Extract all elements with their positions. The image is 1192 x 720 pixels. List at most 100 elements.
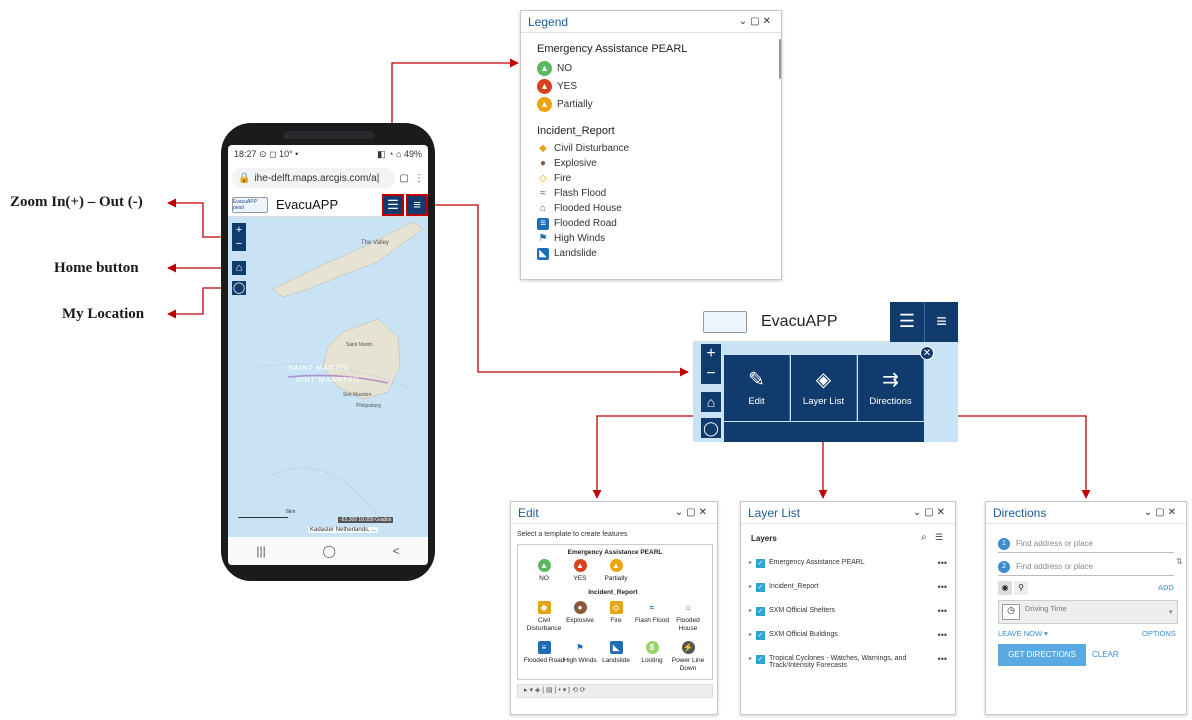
leave-now-dropdown[interactable]: LEAVE NOW ▾	[998, 629, 1048, 638]
recent-apps-button[interactable]: |||	[256, 544, 265, 558]
landslide-icon: ◣	[609, 641, 623, 654]
layer-row[interactable]: ▸ ✓ Emergency Assistance PEARL	[749, 559, 949, 568]
expand-arrow-icon[interactable]: ▸	[749, 583, 752, 590]
menu-toggle-button[interactable]: ≡	[924, 302, 958, 342]
triangle-red-icon: ▲	[573, 559, 587, 572]
legend-item-civil-disturbance: ◆ Civil Disturbance	[537, 141, 765, 156]
edit-template-list[interactable]: Emergency Assistance PEARL ▲ NO ▲ YES ▲ Par…	[517, 544, 713, 680]
layer-options-icon[interactable]: •••	[938, 606, 947, 616]
stop-two-icon: 2	[998, 560, 1010, 573]
expand-arrow-icon[interactable]: ▸	[749, 655, 752, 662]
status-icons: ⊙ ◻ 10° •	[259, 149, 299, 159]
edit-toolbar[interactable]: ▸ ▾ ◈ | ▤ | • ▾ | ⟲ ⟳	[517, 684, 713, 698]
browser-url-bar[interactable]: 🔒 ihe-delft.maps.arcgis.com/a| ▢ ⋮	[232, 167, 424, 189]
my-location-button[interactable]: ◯	[232, 281, 246, 295]
checkbox-icon[interactable]: ✓	[756, 583, 766, 592]
legend-section-pearl: Emergency Assistance PEARL	[537, 43, 688, 55]
edit-panel: Edit ⌄▢✕ Select a template to create fea…	[510, 501, 718, 715]
edit-template-power-line-down[interactable]: ⚡ Power Line Down	[666, 641, 710, 672]
legend-item-flooded-house: ⌂ Flooded House	[537, 201, 765, 216]
legend-button[interactable]: ☰	[382, 193, 404, 216]
panel-controls[interactable]: ⌄▢✕	[913, 507, 948, 518]
landslide-icon: ◣	[537, 247, 549, 260]
map-view[interactable]: The Valley Saint Martin SAINT MARTIN SIN…	[228, 217, 428, 537]
options-link[interactable]: OPTIONS	[1142, 629, 1176, 638]
search-icon[interactable]: ⌕	[921, 532, 927, 543]
menu-locate-button[interactable]: ◯	[701, 418, 721, 438]
menu-icon: ≡	[413, 197, 421, 212]
edit-template-flooded-house[interactable]: ⌂ Flooded House	[666, 601, 710, 632]
destination-input[interactable]: 2 Find address or place	[998, 558, 1174, 576]
legend-header: Legend ⌄▢✕	[521, 11, 781, 33]
scale-bar	[238, 517, 288, 518]
panel-controls[interactable]: ⌄▢✕	[1144, 507, 1179, 518]
filter-icon[interactable]: ☰	[935, 532, 943, 543]
legend-item-high-winds: ⚑ High Winds	[538, 233, 606, 244]
layer-options-icon[interactable]: •••	[938, 630, 947, 640]
expand-arrow-icon[interactable]: ▸	[749, 607, 752, 614]
home-button[interactable]: ⌂	[232, 261, 246, 275]
layer-row[interactable]: ▸ ✓ Incident_Report	[749, 583, 949, 592]
panel-controls[interactable]: ⌄▢✕	[739, 16, 774, 27]
expand-arrow-icon[interactable]: ▸	[749, 631, 752, 638]
layer-options-icon[interactable]: •••	[938, 582, 947, 592]
checkbox-icon[interactable]: ✓	[756, 559, 766, 568]
close-icon[interactable]: ✕	[920, 346, 934, 360]
edit-section-incident: Incident_Report	[588, 589, 638, 596]
panel-controls[interactable]: ⌄▢✕	[675, 507, 710, 518]
directions-title: Directions	[993, 505, 1047, 520]
expand-arrow-icon[interactable]: ▸	[749, 559, 752, 566]
layer-options-icon[interactable]: •••	[938, 654, 947, 664]
map-label-the-valley: The Valley	[361, 240, 389, 246]
legend-item-no: ▲ NO	[537, 59, 765, 77]
legend-panel: Legend ⌄▢✕ Emergency Assistance PEARL ▲ N…	[520, 10, 782, 280]
legend-scrollbar[interactable]	[779, 39, 781, 79]
clock-icon: ◷	[1002, 604, 1020, 620]
checkbox-icon[interactable]: ✓	[756, 655, 766, 664]
travel-mode-label: Driving Time	[1025, 604, 1067, 613]
layer-row[interactable]: ▸ ✓ SXM Official Shelters	[749, 607, 949, 616]
layer-row[interactable]: ▸ ✓ Tropical Cyclones - Watches, Warnings,…	[749, 655, 909, 669]
menu-legend-button[interactable]: ☰	[890, 302, 924, 342]
zoom-out-button[interactable]: −	[232, 237, 246, 251]
checkbox-icon[interactable]: ✓	[756, 607, 766, 616]
legend-item-flooded-road: ≡ Flooded Road	[537, 216, 765, 231]
menu-tile-layer-list[interactable]: ◈ Layer List	[791, 355, 857, 421]
legend-item-landslide: ◣ Landslide	[537, 246, 765, 261]
get-directions-button[interactable]: GET DIRECTIONS	[998, 644, 1086, 666]
zoom-in-button[interactable]: +	[232, 223, 246, 237]
back-button[interactable]: <	[393, 544, 400, 558]
status-bar: 18:27 ⊙ ◻ 10° • ◧ ◔ ⌂ 49%	[228, 145, 428, 165]
menu-logo	[703, 310, 747, 333]
menu-screenshot: EvacuAPP ☰ ≡ + − ⌂ ◯ ✎ Edit ◈ Layer List…	[693, 302, 958, 442]
edit-template-partially[interactable]: ▲ Partially	[594, 559, 638, 583]
flag-icon: ⚑	[573, 641, 587, 654]
overflow-menu-icon[interactable]: ⋮	[414, 173, 424, 184]
menu-home-button[interactable]: ⌂	[701, 392, 721, 412]
menu-button[interactable]: ≡	[406, 193, 428, 216]
edit-title: Edit	[518, 505, 539, 520]
home-nav-button[interactable]: ◯	[322, 544, 335, 558]
menu-tile-edit[interactable]: ✎ Edit	[724, 355, 790, 421]
walk-icon[interactable]: ⚲	[1014, 581, 1028, 595]
menu-zoom-in[interactable]: +	[701, 344, 721, 364]
swap-icon[interactable]: ⇅	[1176, 557, 1183, 566]
menu-zoom-out[interactable]: −	[701, 364, 721, 384]
menu-app-header: EvacuAPP ☰ ≡	[693, 302, 958, 342]
menu-tile-directions[interactable]: ⇉ Directions	[858, 355, 924, 421]
edit-section-pearl: Emergency Assistance PEARL	[567, 549, 663, 556]
add-stop-link[interactable]: ADD	[1158, 583, 1174, 592]
clear-button[interactable]: CLEAR	[1092, 650, 1119, 659]
travel-mode-select[interactable]: ◷ Driving Time ▾	[998, 600, 1178, 624]
explosive-icon: ●	[573, 601, 587, 614]
url-field[interactable]: 🔒 ihe-delft.maps.arcgis.com/a|	[232, 168, 395, 188]
url-text: ihe-delft.maps.arcgis.com/a|	[254, 172, 380, 184]
edit-header: Edit ⌄▢✕	[511, 502, 717, 524]
layer-options-icon[interactable]: •••	[938, 558, 947, 568]
checkbox-icon[interactable]: ✓	[756, 631, 766, 640]
pin-icon[interactable]: ◉	[998, 581, 1012, 595]
coordinate-readout: -63.369 18.059 Grados	[338, 517, 394, 523]
layer-row[interactable]: ▸ ✓ SXM Official Buildings	[749, 631, 949, 640]
origin-input[interactable]: 1 Find address or place	[998, 535, 1174, 553]
tabs-icon[interactable]: ▢	[400, 173, 409, 184]
